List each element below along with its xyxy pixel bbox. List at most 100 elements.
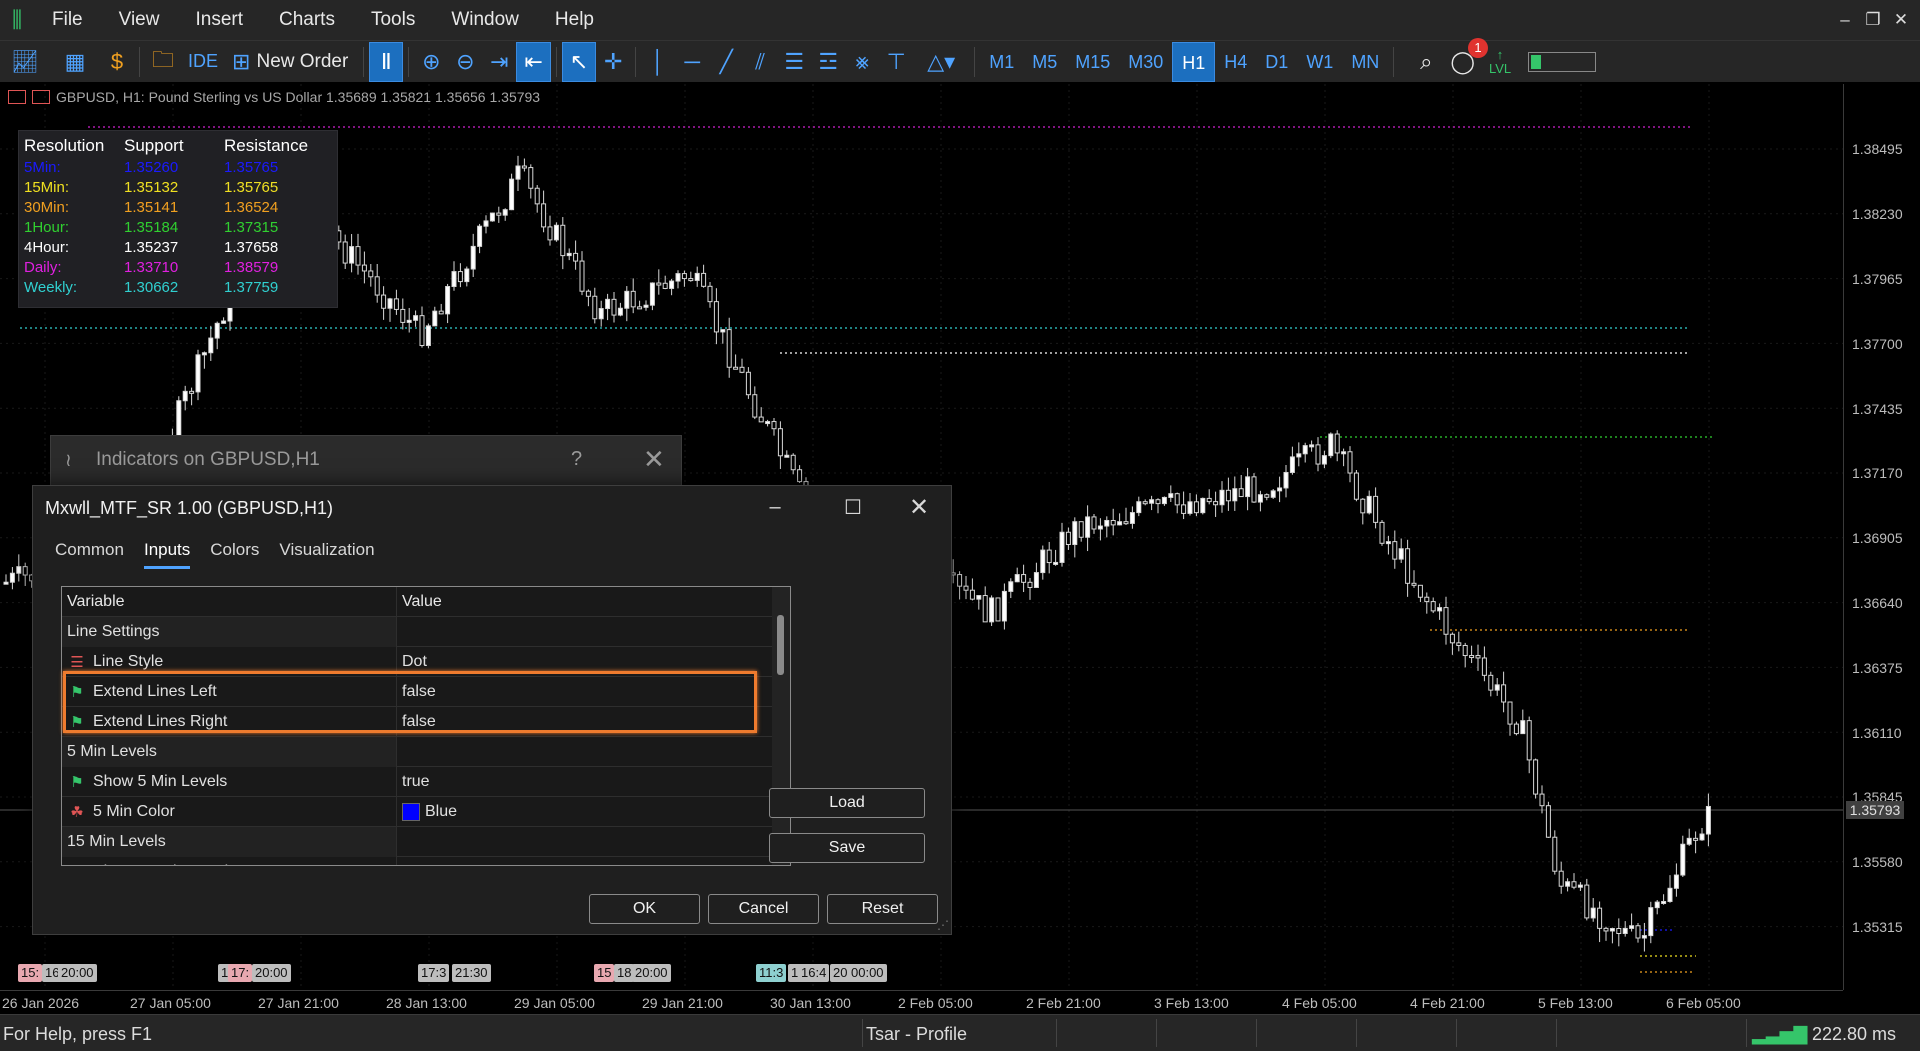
grid-param-row[interactable]: ⚑ Extend Lines Left false [62,676,774,707]
horizontal-line-icon[interactable]: ─ [675,42,709,82]
menu-view[interactable]: View [101,0,178,40]
fibonacci-icon[interactable]: ☰ [777,42,811,82]
grid-param-row[interactable]: ⚑ Extend Lines Right false [62,706,774,737]
vertical-line-icon[interactable]: │ [641,42,675,82]
scrollbar-thumb[interactable] [777,615,784,675]
folder-icon[interactable]: 🗀 [145,42,181,82]
menu-insert[interactable]: Insert [177,0,261,40]
grid-value-cell[interactable]: false [397,683,436,701]
reset-button[interactable]: Reset [827,894,938,924]
chart-type-line-icon[interactable]: 📈︎ [0,42,50,82]
grid-value-cell[interactable]: Dot [397,653,427,671]
channel-icon[interactable]: ⫽ [743,42,777,82]
candle-body [195,354,201,393]
zoom-out-icon[interactable]: ⊖ [448,42,482,82]
candle-body [592,295,598,320]
tab-common[interactable]: Common [55,540,124,569]
grid-variable-cell: 15 Min Levels [62,826,397,857]
candle-body [1494,684,1500,691]
cancel-button[interactable]: Cancel [708,894,819,924]
grid-value-cell[interactable]: Blue [397,802,457,821]
time-label: 6 Feb 05:00 [1666,995,1741,1011]
close-icon[interactable]: ✕ [643,444,665,475]
grid-value-cell[interactable]: true [397,773,430,791]
timeframe-h1[interactable]: H1 [1172,41,1216,82]
status-profile[interactable]: Tsar - Profile [866,1024,967,1045]
timeframe-w1[interactable]: W1 [1297,42,1342,82]
current-price-tag: 1.35793 [1846,801,1904,819]
gann-icon[interactable]: ⨳ [845,42,879,82]
candle-body [726,329,732,368]
cursor-icon[interactable]: ↖ [561,41,597,82]
menu-charts[interactable]: Charts [261,0,353,40]
resize-grip-icon[interactable]: ⋰ [937,918,949,932]
candle-body [1507,701,1513,725]
menu-file[interactable]: File [34,0,101,40]
maximize-icon[interactable]: ☐ [833,490,873,524]
grid-param-row[interactable]: ⚑ Show 15 Min Levels true [62,856,774,866]
grid-value-cell[interactable]: false [397,713,436,731]
autoscroll-icon[interactable]: ⇤ [516,41,551,82]
timeframe-m15[interactable]: M15 [1066,42,1119,82]
timeframe-m1[interactable]: M1 [980,42,1023,82]
sr-resolution: 30Min: [24,198,70,216]
sr-support: 1.33710 [124,258,179,276]
grid-param-row[interactable]: ☰ Line Style Dot [62,646,774,677]
load-button[interactable]: Load [769,788,925,818]
close-icon[interactable]: ✕ [899,490,939,524]
grid-scrollbar[interactable] [772,587,790,865]
menu-help[interactable]: Help [537,0,612,40]
trading-icon[interactable]: $ [100,42,134,82]
menu-window[interactable]: Window [433,0,537,40]
shapes-icon[interactable]: △▾ [913,42,969,82]
tab-colors[interactable]: Colors [210,540,259,569]
search-icon[interactable]: ⌕ [1409,42,1443,82]
timeframe-h4[interactable]: H4 [1215,42,1256,82]
timeframe-mn[interactable]: MN [1342,42,1388,82]
indicator-properties-dialog: Mxwll_MTF_SR 1.00 (GBPUSD,H1) – ☐ ✕ Comm… [32,485,952,935]
sr-resolution: 5Min: [24,158,61,176]
minimize-icon[interactable]: – [755,490,795,524]
timeframe-m30[interactable]: M30 [1119,42,1172,82]
candle-body [1334,433,1340,454]
grid-param-row[interactable]: ⚑ Show 5 Min Levels true [62,766,774,797]
notifications-icon[interactable]: ◯ 1 [1443,37,1488,82]
status-separator [1156,1019,1157,1047]
tab-inputs[interactable]: Inputs [143,540,191,569]
candle-body [1136,501,1142,514]
candle-body [1206,497,1212,503]
inputs-grid[interactable]: Variable Value Line Settings ☰ Line Style D… [61,586,791,866]
zoom-in-icon[interactable]: ⊕ [414,42,448,82]
candle-body [1584,884,1590,919]
save-button[interactable]: Save [769,833,925,863]
candle-body [1366,495,1372,514]
close-icon[interactable]: ✕ [1886,0,1916,40]
price-label: 1.37435 [1852,401,1903,417]
grid-param-row[interactable]: ☘ 5 Min Color Blue [62,796,774,827]
time-tag: 20:00 [58,964,97,982]
chart-shift-icon[interactable]: ⇥ [482,42,516,82]
grid-value-cell[interactable]: true [397,863,430,866]
sr-table-header: Resolution Support Resistance [24,135,324,157]
status-ping: 222.80 ms [1812,1024,1897,1044]
timeframe-d1[interactable]: D1 [1256,42,1297,82]
fibo-fan-icon[interactable]: ☲ [811,42,845,82]
menu-tools[interactable]: Tools [353,0,433,40]
grid-variable-label: 15 Min Levels [67,832,166,850]
candle-body [1257,494,1263,503]
crosshair-icon[interactable]: ✛ [596,42,630,82]
candle-body [464,268,470,283]
help-icon[interactable]: ? [571,448,582,471]
minimize-icon[interactable]: – [1830,0,1860,40]
new-order-button[interactable]: ⊞ New Order [225,42,358,82]
text-tool-icon[interactable]: ⊤ [879,42,913,82]
trendline-icon[interactable]: ╱ [709,42,743,82]
restore-icon[interactable]: ❐ [1858,0,1888,40]
chart-template-icon[interactable]: ▦ [50,42,100,82]
ide-button[interactable]: IDE [181,42,225,82]
ok-button[interactable]: OK [589,894,700,924]
tab-visualization[interactable]: Visualization [279,540,374,569]
timeframe-m5[interactable]: M5 [1023,42,1066,82]
candlestick-icon[interactable]: Ⅱ [369,41,404,82]
price-label: 1.35315 [1852,919,1903,935]
